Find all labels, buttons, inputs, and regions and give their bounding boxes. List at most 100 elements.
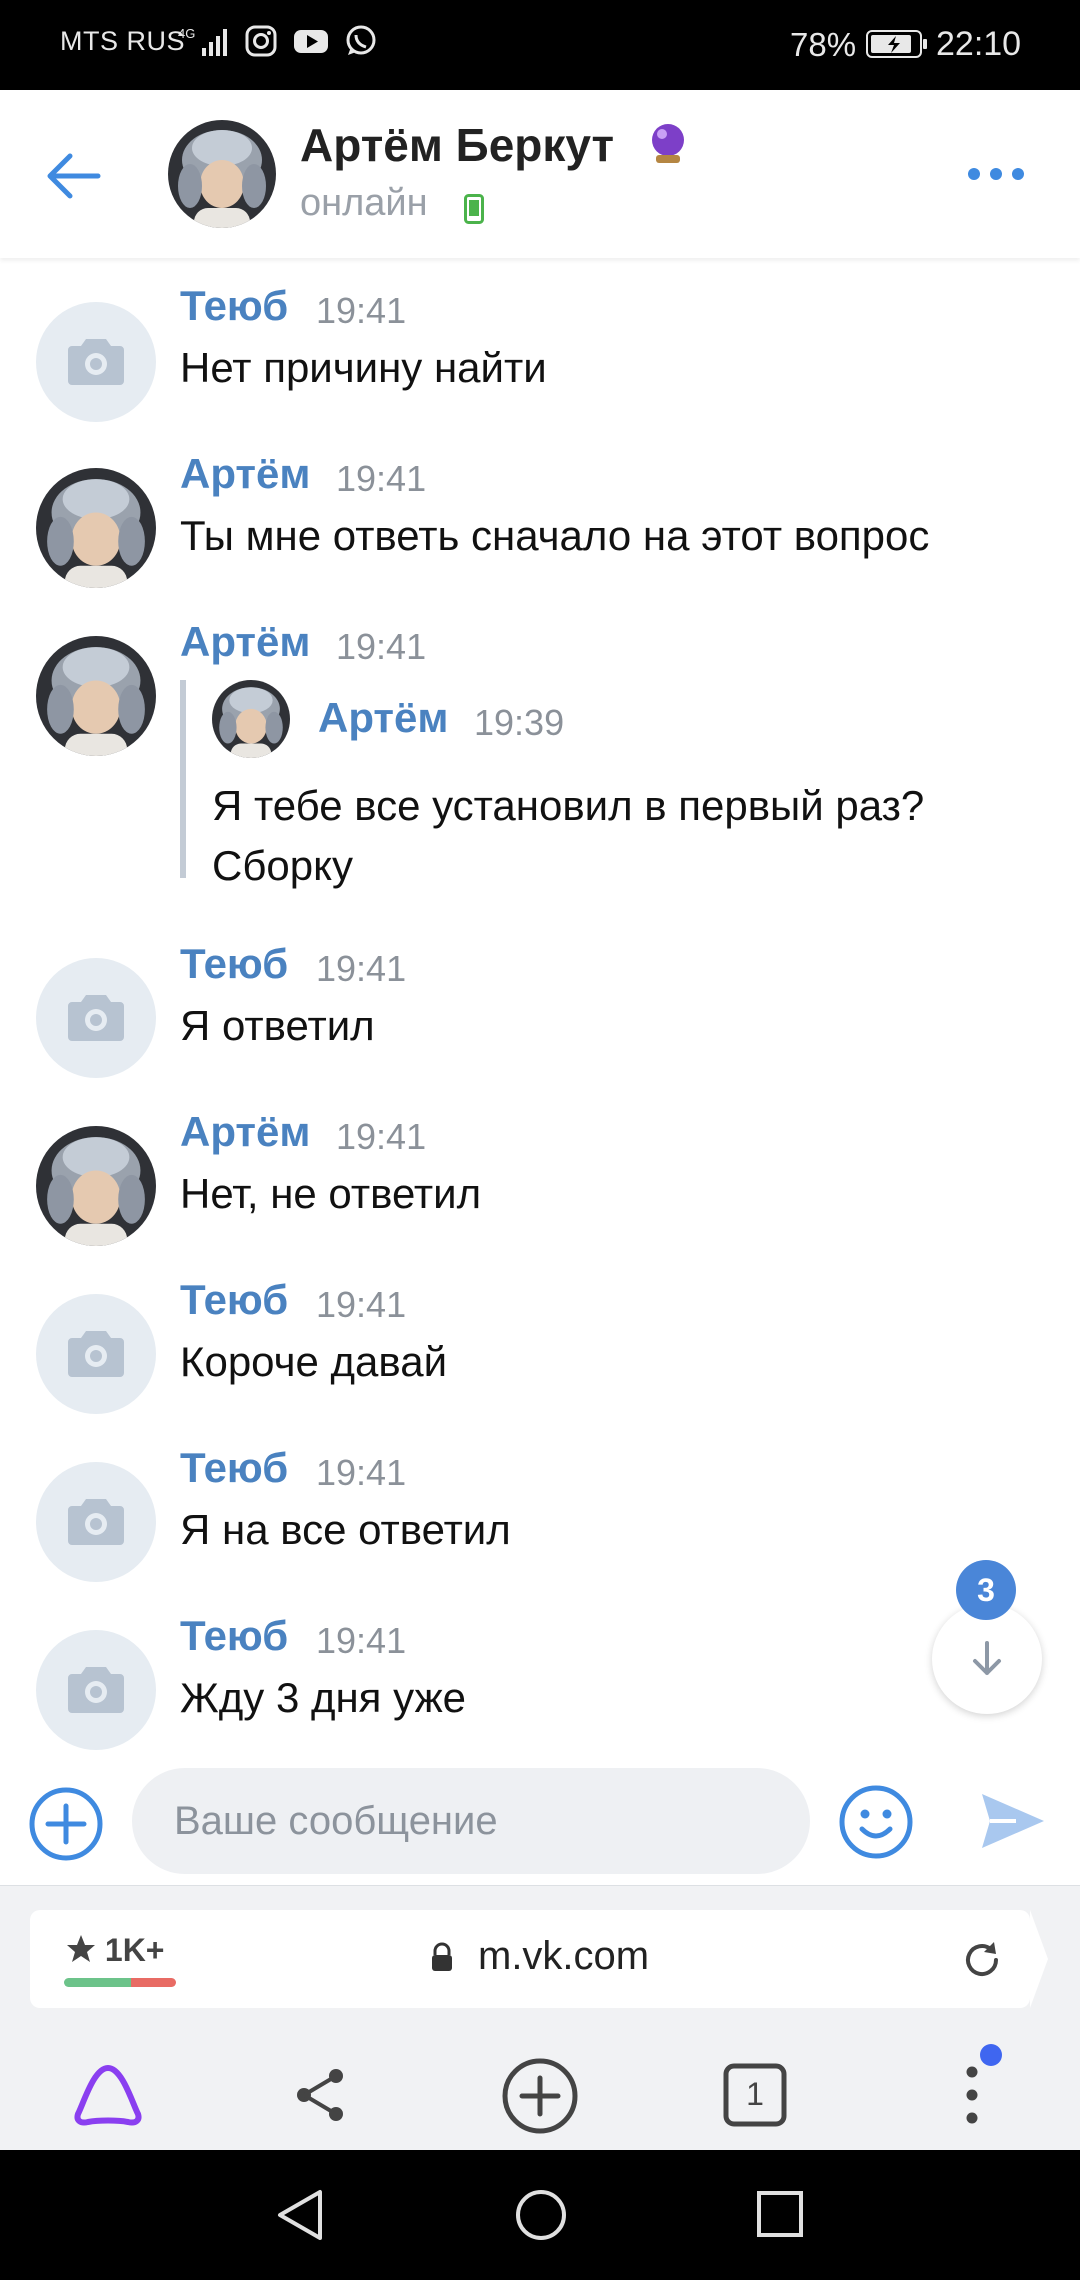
lock-icon xyxy=(430,1942,454,1977)
message-item[interactable]: Теюб 19:41 Короче давай xyxy=(0,1276,1080,1416)
message-time: 19:41 xyxy=(316,948,407,989)
url-text[interactable]: m.vk.com xyxy=(478,1934,649,1979)
more-button[interactable] xyxy=(966,166,1026,187)
clock: 22:10 xyxy=(936,25,1022,63)
plus-circle-icon xyxy=(29,1787,103,1861)
camera-icon xyxy=(68,1331,124,1377)
network-type: 4G xyxy=(178,26,195,41)
message-text: Жду 3 дня уже xyxy=(180,1674,467,1721)
avatar[interactable] xyxy=(36,1126,156,1246)
reply-text: Я тебе все установил в первый раз? Сборк… xyxy=(212,782,925,889)
battery-percent: 78% xyxy=(790,26,857,63)
message-time: 19:41 xyxy=(336,1116,427,1157)
message-item[interactable]: Теюб 19:41 Нет причину найти xyxy=(0,282,1080,422)
avatar-placeholder[interactable] xyxy=(36,1294,156,1414)
message-item[interactable]: Теюб 19:41 Я на все ответил xyxy=(0,1444,1080,1584)
more-vertical-icon xyxy=(966,2066,978,2124)
triangle-back-icon xyxy=(278,2190,322,2240)
sender-name[interactable]: Артём xyxy=(180,450,310,498)
address-bar[interactable]: 1K+ m.vk.com xyxy=(30,1910,1048,2008)
scroll-down-button[interactable] xyxy=(932,1604,1042,1714)
contact-avatar[interactable] xyxy=(168,120,276,228)
message-item[interactable]: Теюб 19:41 Я ответил xyxy=(0,940,1080,1080)
avatar-placeholder[interactable] xyxy=(36,1462,156,1582)
reload-icon xyxy=(966,1942,998,1976)
notification-icons xyxy=(244,24,378,58)
message-time: 19:41 xyxy=(316,1452,407,1493)
message-input[interactable] xyxy=(132,1768,810,1874)
menu-button[interactable] xyxy=(964,2064,980,2131)
camera-icon xyxy=(68,339,124,385)
message-text: Я ответил xyxy=(180,1002,375,1049)
sender-name[interactable]: Артём xyxy=(180,1108,310,1156)
message-text: Короче давай xyxy=(180,1338,448,1385)
message-time: 19:41 xyxy=(336,626,427,667)
message-time: 19:41 xyxy=(336,458,427,499)
sender-name[interactable]: Теюб xyxy=(180,1276,288,1324)
emoji-button[interactable] xyxy=(838,1784,914,1865)
tab-count: 1 xyxy=(746,2076,764,2112)
send-icon xyxy=(982,1794,1044,1848)
sender-name[interactable]: Теюб xyxy=(180,1444,288,1492)
contact-status: онлайн xyxy=(300,182,428,224)
reply-quote[interactable]: Артём 19:39 Я тебе все установил в первы… xyxy=(180,680,1040,889)
rating-count: 1K+ xyxy=(104,1932,165,1968)
browser-toolbar: 1K+ m.vk.com 1 xyxy=(0,1885,1080,2150)
crystal-ball-icon xyxy=(648,122,688,171)
system-home-button[interactable] xyxy=(514,2188,568,2247)
system-recents-button[interactable] xyxy=(756,2190,804,2243)
message-text: Нет причину найти xyxy=(180,344,547,391)
back-button[interactable] xyxy=(44,148,104,209)
battery-icon xyxy=(866,30,928,63)
reload-button[interactable] xyxy=(960,1938,1004,1987)
alice-button[interactable] xyxy=(72,2062,144,2133)
plus-circle-icon xyxy=(502,2058,578,2134)
share-icon xyxy=(297,2069,343,2121)
browser-nav: 1 xyxy=(0,2036,1080,2151)
avatar-placeholder[interactable] xyxy=(36,302,156,422)
system-back-button[interactable] xyxy=(276,2188,324,2247)
sender-name[interactable]: Теюб xyxy=(180,1612,288,1660)
star-icon xyxy=(67,1935,95,1962)
rating-bar xyxy=(64,1978,176,1987)
send-button[interactable] xyxy=(980,1790,1046,1857)
message-item[interactable]: Артём 19:41 Ты мне ответь сначало на это… xyxy=(0,450,1080,590)
whatsapp-icon xyxy=(346,25,376,55)
camera-icon xyxy=(68,995,124,1041)
sender-name[interactable]: Теюб xyxy=(180,940,288,988)
message-item[interactable]: Артём 19:41 Артём 19:39 Я тебе все устан… xyxy=(0,618,1080,908)
status-bar: MTS RUS 4G 78% 22:10 xyxy=(0,0,1080,90)
circle-home-icon xyxy=(516,2190,566,2240)
system-navigation xyxy=(0,2150,1080,2280)
mobile-online-icon xyxy=(464,194,484,229)
new-tab-button[interactable] xyxy=(500,2056,580,2141)
site-rating[interactable]: 1K+ xyxy=(66,1932,164,1969)
avatar-placeholder[interactable] xyxy=(36,1630,156,1750)
avatar[interactable] xyxy=(36,468,156,588)
tabs-button[interactable]: 1 xyxy=(722,2062,788,2133)
square-recents-icon xyxy=(757,2191,803,2237)
message-composer xyxy=(0,1750,1080,1885)
alice-icon xyxy=(74,2065,142,2126)
share-button[interactable] xyxy=(292,2066,350,2129)
camera-icon xyxy=(68,1499,124,1545)
reply-sender-name: Артём xyxy=(318,694,449,741)
youtube-icon xyxy=(294,30,328,53)
reply-time: 19:39 xyxy=(474,702,565,743)
signal-icon: 4G xyxy=(178,24,234,65)
message-item[interactable]: Артём 19:41 Нет, не ответил xyxy=(0,1108,1080,1248)
message-item[interactable]: Теюб 19:41 Жду 3 дня уже xyxy=(0,1612,1080,1750)
instagram-icon xyxy=(245,25,277,57)
notification-dot xyxy=(980,2044,1002,2066)
avatar-placeholder[interactable] xyxy=(36,958,156,1078)
smiley-icon xyxy=(839,1785,913,1859)
carrier-name: MTS RUS xyxy=(60,26,185,56)
message-list[interactable]: Теюб 19:41 Нет причину найти Артём 19:41… xyxy=(0,258,1080,1750)
message-time: 19:41 xyxy=(316,1284,407,1325)
arrow-down-icon xyxy=(973,1641,1001,1675)
reply-avatar xyxy=(212,680,290,758)
avatar[interactable] xyxy=(36,636,156,756)
sender-name[interactable]: Артём xyxy=(180,618,310,666)
sender-name[interactable]: Теюб xyxy=(180,282,288,330)
attach-button[interactable] xyxy=(28,1786,104,1867)
